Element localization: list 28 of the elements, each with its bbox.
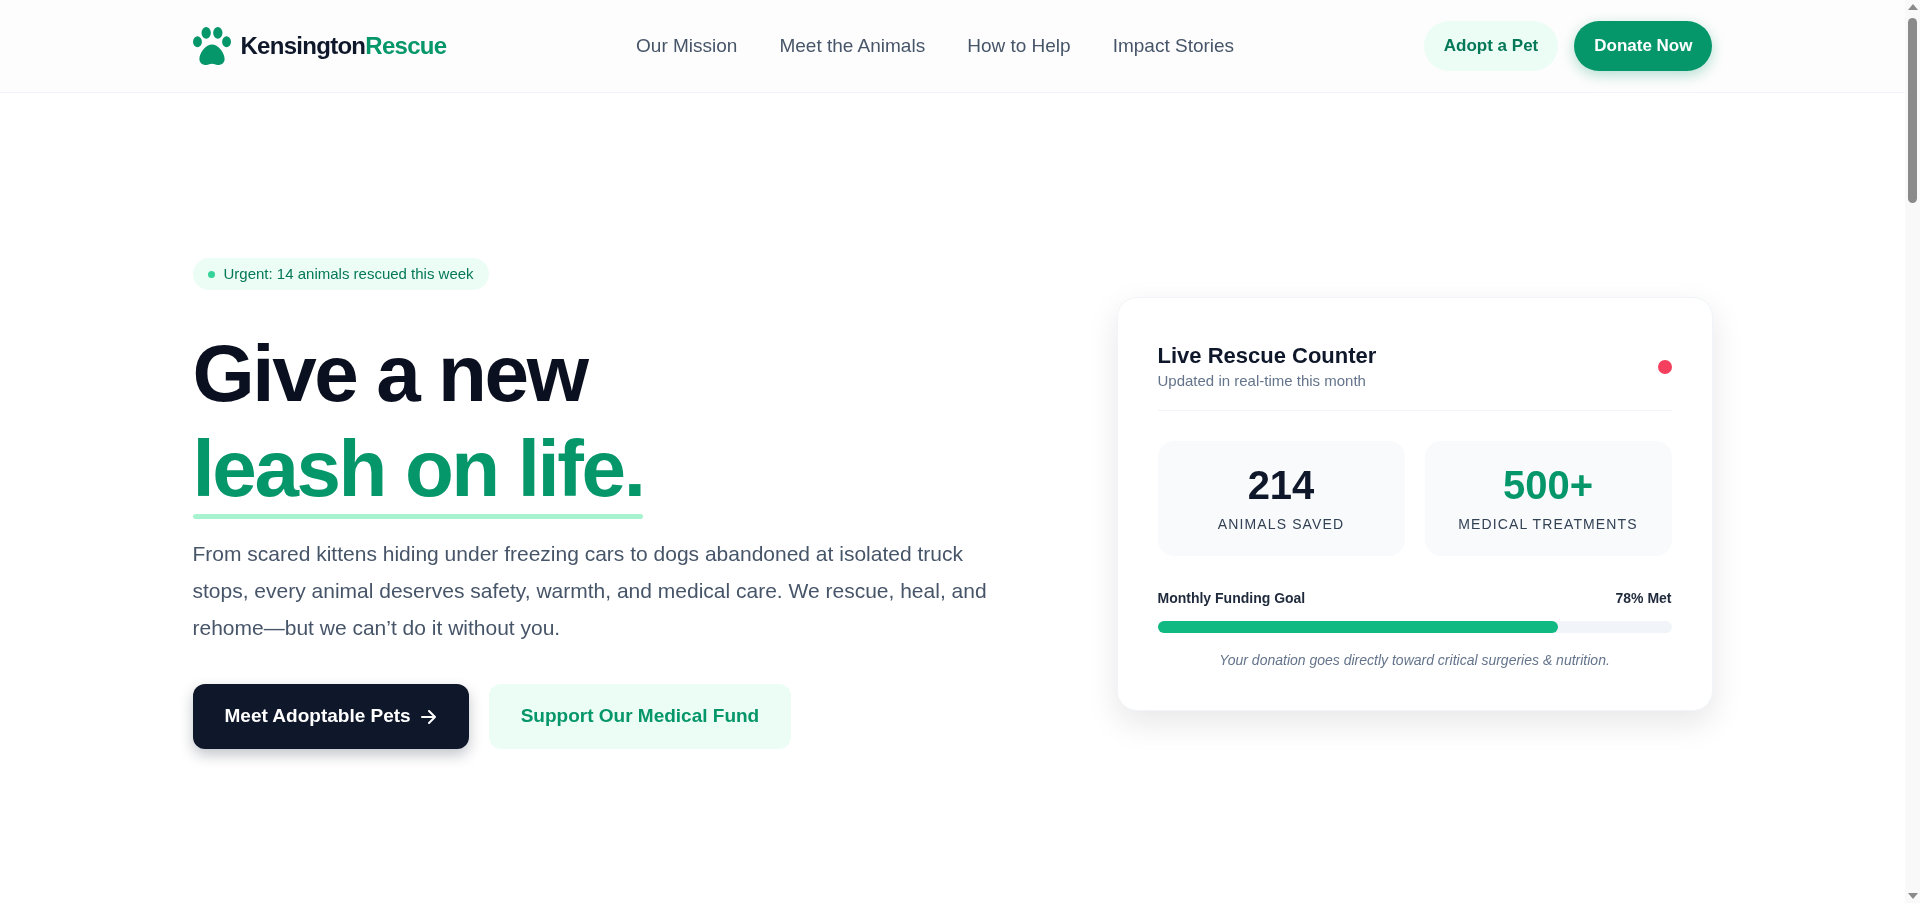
scroll-up-icon[interactable] — [1907, 4, 1918, 10]
card-title: Live Rescue Counter — [1157, 341, 1377, 370]
badge-text: Urgent: 14 animals rescued this week — [223, 263, 474, 284]
meet-pets-button[interactable]: Meet Adoptable Pets — [192, 684, 469, 749]
nav-link[interactable]: Our Mission — [636, 31, 738, 61]
funding-note: Your donation goes directly toward critical surgeries & nutrition. — [1218, 650, 1611, 670]
paw-icon — [192, 27, 231, 65]
stat-label: ANIMALS SAVED — [1217, 514, 1345, 534]
stat-label: MEDICAL TREATMENTS — [1458, 514, 1638, 534]
live-indicator-icon — [1657, 359, 1672, 374]
scrollbar[interactable] — [1905, 0, 1920, 903]
headline-highlight: leash on life. — [192, 423, 644, 515]
scroll-down-icon[interactable] — [1907, 893, 1918, 899]
funding-label: Monthly Funding Goal — [1157, 588, 1306, 608]
stat-value: 214 — [1247, 462, 1315, 507]
nav-link[interactable]: How to Help — [967, 31, 1071, 61]
headline-text: Give a new — [192, 328, 587, 420]
stat-value: 500+ — [1502, 462, 1594, 507]
donate-button[interactable]: Donate Now — [1574, 21, 1713, 71]
hero-description: From scared kittens hiding under freezing cars to dogs abandoned at isolated truck stops, every animal deserves safety, warmth, and medical care. We rescue, heal, and rehome—but we can’t do it without you. — [192, 541, 988, 641]
nav-link[interactable]: Meet the Animals — [779, 31, 926, 61]
card-subtitle: Updated in real-time this month — [1157, 370, 1367, 391]
funding-reading: 78% Met — [1615, 588, 1672, 608]
scrollbar-thumb[interactable] — [1908, 18, 1917, 203]
medical-fund-button[interactable]: Support Our Medical Fund — [488, 684, 792, 749]
nav-link[interactable]: Impact Stories — [1112, 31, 1235, 61]
logo-text[interactable]: KensingtonRescue — [240, 28, 447, 64]
adopt-button[interactable]: Adopt a Pet — [1423, 21, 1559, 71]
